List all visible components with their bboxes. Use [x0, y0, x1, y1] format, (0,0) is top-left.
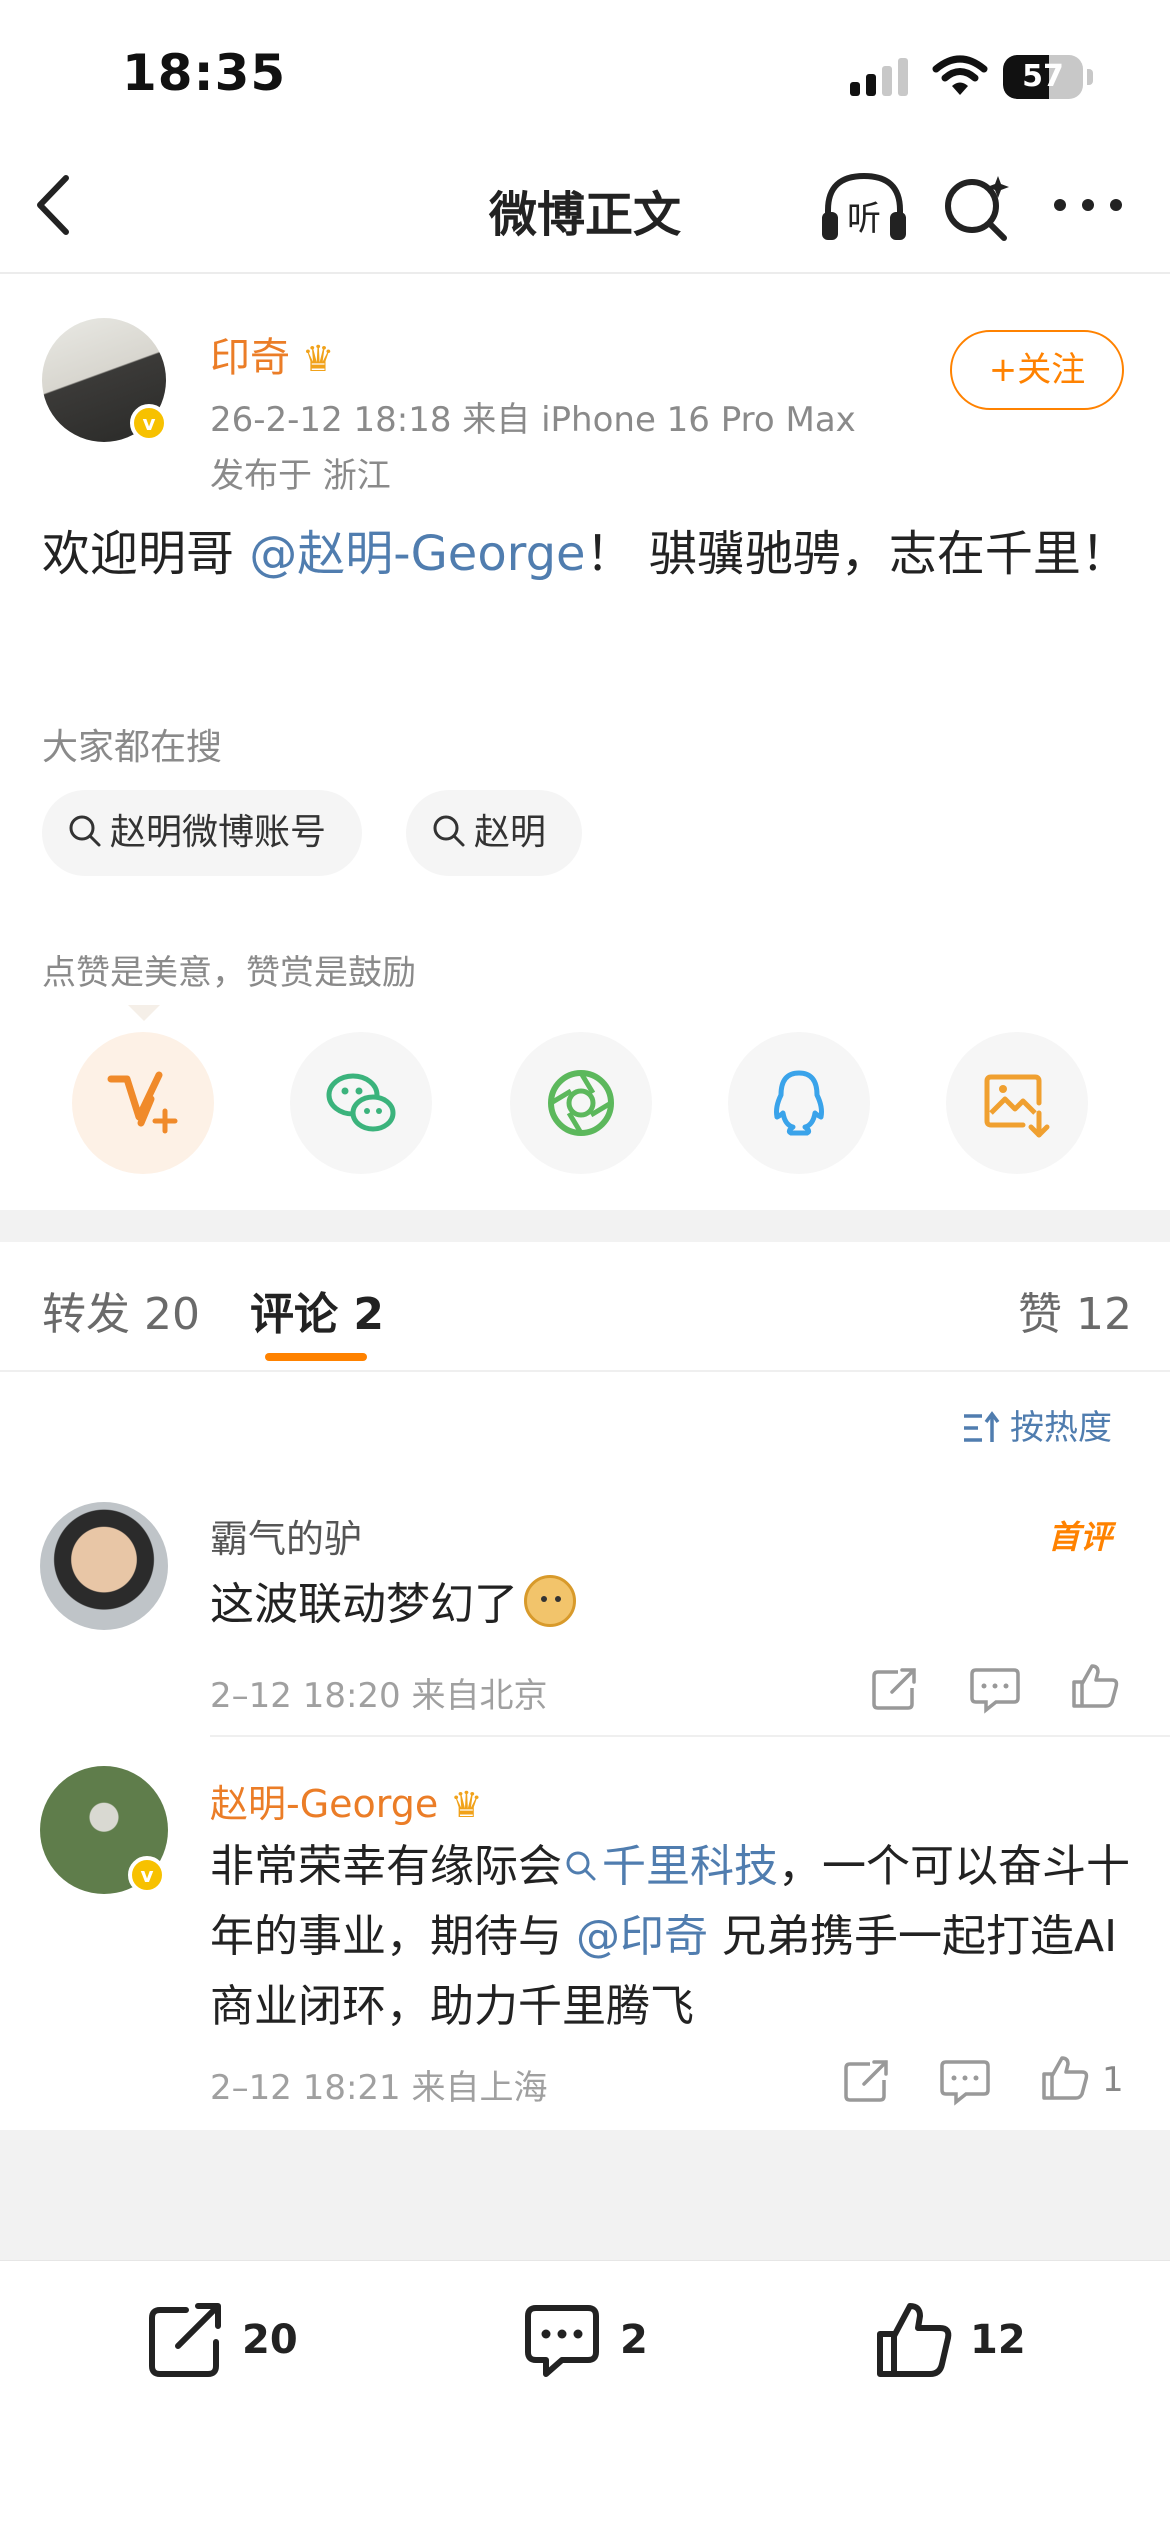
- comment-like-count: 1: [1102, 2060, 1124, 2100]
- first-comment-tag: 首评: [1048, 1518, 1113, 1556]
- moments-icon: [548, 1070, 614, 1136]
- tooltip-pointer: [128, 1005, 160, 1021]
- active-tab-indicator: [265, 1353, 367, 1361]
- search-icon: [566, 1851, 596, 1881]
- post-time-source: 26-2-12 18:18 来自 iPhone 16 Pro Max: [210, 400, 856, 440]
- battery-level: 57: [1022, 59, 1064, 94]
- verified-badge-icon: v: [130, 404, 168, 442]
- commenter-avatar[interactable]: [40, 1502, 168, 1630]
- save-image-icon: [984, 1074, 1050, 1138]
- share-wechat-button[interactable]: [290, 1032, 432, 1174]
- reply-comment-icon[interactable]: [968, 1664, 1022, 1714]
- author-name-row[interactable]: 印奇 ♛: [210, 325, 334, 383]
- reward-hint: 点赞是美意，赞赏是鼓励: [42, 953, 416, 993]
- sort-label: 按热度: [1010, 1408, 1112, 1448]
- more-options-icon[interactable]: [1048, 180, 1128, 230]
- reward-button[interactable]: [72, 1032, 214, 1174]
- reward-icon: [107, 1071, 178, 1134]
- share-comment-icon[interactable]: [840, 2056, 894, 2106]
- comment-text-content: 这波联动梦幻了: [210, 1579, 518, 1630]
- mention-link[interactable]: @印奇: [576, 1911, 708, 1962]
- sort-icon: [964, 1410, 1000, 1442]
- reply-comment-icon[interactable]: [938, 2056, 992, 2106]
- tabs-divider: [0, 1370, 1170, 1372]
- like-icon[interactable]: [874, 2300, 954, 2380]
- topic-label: 千里科技: [602, 1841, 778, 1892]
- comment-text: 非常荣幸有缘际会 千里科技，一个可以奋斗十年的事业，期待与 @印奇 兄弟携手一起打…: [210, 1832, 1130, 2042]
- like-comment-icon[interactable]: [1038, 2052, 1092, 2102]
- hot-search-label: 大家都在搜: [42, 727, 223, 768]
- like-comment-icon[interactable]: [1068, 1660, 1122, 1710]
- mention-link[interactable]: @赵明-George: [249, 526, 585, 582]
- post-body-suffix: ！ 骐骥驰骋，志在千里！: [585, 526, 1129, 582]
- post-location: 发布于 浙江: [210, 456, 391, 496]
- search-chip[interactable]: 赵明: [406, 790, 583, 876]
- tab-likes[interactable]: 赞 12: [1018, 1278, 1132, 1342]
- status-time: 18:35: [122, 44, 287, 102]
- comment-meta: 2–12 18:21 来自上海: [210, 2068, 548, 2108]
- topic-link[interactable]: 千里科技: [562, 1841, 778, 1892]
- commenter-name[interactable]: 霸气的驴: [210, 1508, 362, 1563]
- back-arrow-icon[interactable]: [28, 170, 78, 240]
- comment-icon[interactable]: [522, 2300, 602, 2380]
- search-icon: [433, 815, 465, 847]
- comment-count[interactable]: 2: [620, 2317, 648, 2363]
- cellular-signal-icon: [850, 58, 908, 96]
- tab-repost[interactable]: 转发 20: [42, 1278, 200, 1342]
- share-comment-icon[interactable]: [868, 1664, 922, 1714]
- post-body: 欢迎明哥 @赵明-George！ 骐骥驰骋，志在千里！: [42, 518, 1132, 590]
- nav-divider: [0, 272, 1170, 274]
- repost-icon[interactable]: [146, 2300, 226, 2380]
- crown-icon: ♛: [302, 339, 335, 380]
- post-body-prefix: 欢迎明哥: [42, 526, 250, 582]
- commenter-name[interactable]: 赵明-George: [210, 1782, 438, 1826]
- search-chip-label: 赵明: [474, 812, 547, 853]
- save-image-button[interactable]: [946, 1032, 1088, 1174]
- wechat-icon: [326, 1073, 396, 1132]
- battery-icon: 57: [1003, 55, 1093, 99]
- comment-divider: [210, 1735, 1170, 1737]
- search-chip[interactable]: 赵明微博账号: [42, 790, 363, 876]
- empty-area: [0, 2130, 1170, 2260]
- listen-headphones-icon[interactable]: 听: [818, 168, 910, 248]
- comment-meta: 2–12 18:20 来自北京: [210, 1676, 548, 1716]
- repost-count[interactable]: 20: [242, 2317, 298, 2363]
- commenter-name-row[interactable]: 赵明-George ♛: [210, 1773, 483, 1828]
- section-divider: [0, 1210, 1170, 1242]
- comment-text-prefix: 非常荣幸有缘际会: [210, 1841, 562, 1892]
- tab-comments[interactable]: 评论 2: [250, 1278, 384, 1342]
- listen-label: 听: [847, 199, 881, 239]
- author-name[interactable]: 印奇: [210, 335, 290, 381]
- follow-button[interactable]: +关注: [950, 330, 1124, 410]
- wifi-icon: [932, 55, 988, 95]
- doge-emoji-icon: [524, 1575, 576, 1627]
- sort-by-hot-button[interactable]: 按热度: [962, 1400, 1112, 1449]
- search-ai-icon[interactable]: [940, 170, 1012, 246]
- comment-text: 这波联动梦幻了: [210, 1570, 1130, 1640]
- verified-badge-icon: v: [128, 1856, 166, 1894]
- search-chip-label: 赵明微博账号: [110, 812, 327, 853]
- share-qq-button[interactable]: [728, 1032, 870, 1174]
- like-count[interactable]: 12: [970, 2317, 1026, 2363]
- share-moments-button[interactable]: [510, 1032, 652, 1174]
- search-icon: [69, 815, 101, 847]
- qq-icon: [774, 1070, 824, 1136]
- crown-icon: ♛: [450, 1785, 483, 1826]
